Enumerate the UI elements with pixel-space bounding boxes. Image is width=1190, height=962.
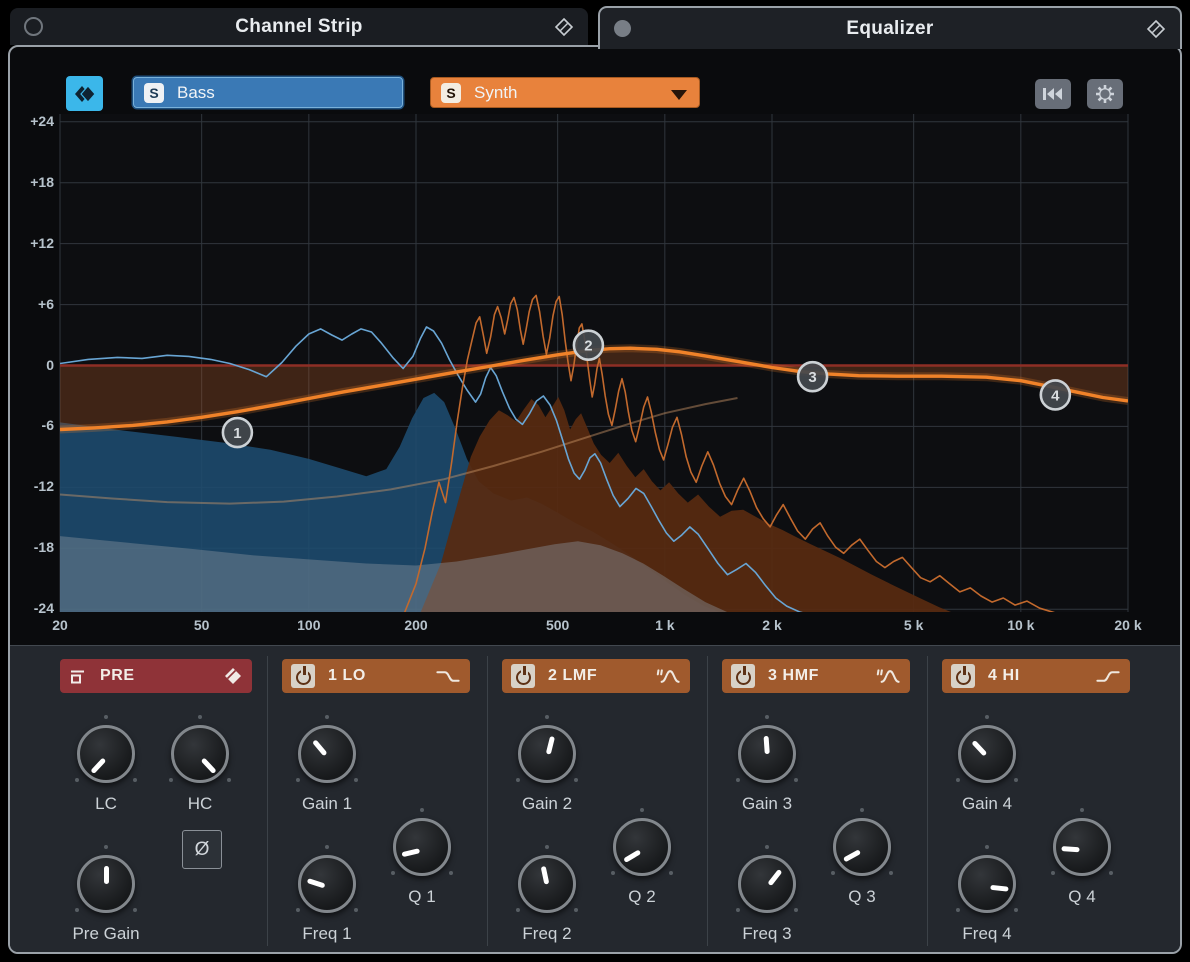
q-knob[interactable] — [1042, 807, 1122, 887]
gain-knob[interactable] — [947, 714, 1027, 794]
gain-label: Gain 3 — [707, 794, 827, 814]
band-header[interactable]: 1 LO — [282, 659, 470, 693]
equalizer-panel: S Bass S Synth — [8, 45, 1182, 954]
db-tick-label: -24 — [12, 600, 54, 616]
freq-knob[interactable] — [727, 844, 807, 924]
pre-gain-knob[interactable] — [66, 844, 146, 924]
db-tick-label: -12 — [12, 478, 54, 494]
db-tick-label: +18 — [12, 174, 54, 190]
band-section-3: 3 HMF Gain 3 Freq 3 — [712, 646, 932, 953]
band-power-button[interactable] — [951, 664, 975, 688]
db-tick-label: +12 — [12, 235, 54, 251]
q-label: Q 2 — [582, 887, 702, 907]
frequency-tick-label: 10 k — [989, 617, 1053, 633]
phase-invert-label: Ø — [195, 839, 210, 861]
preset-diamond-icon[interactable] — [223, 666, 243, 686]
hc-knob[interactable] — [160, 714, 240, 794]
tab-channel-strip[interactable]: Channel Strip — [10, 8, 588, 45]
frequency-tick-label: 500 — [526, 617, 590, 633]
frequency-tick-label: 100 — [277, 617, 341, 633]
tab-equalizer-label: Equalizer — [600, 18, 1180, 40]
q-knob[interactable] — [382, 807, 462, 887]
db-tick-label: +6 — [12, 296, 54, 312]
hc-label: HC — [140, 794, 260, 814]
svg-text:4: 4 — [1051, 387, 1060, 404]
frequency-tick-label: 5 k — [882, 617, 946, 633]
frequency-tick-label: 200 — [384, 617, 448, 633]
freq-knob[interactable] — [287, 844, 367, 924]
pre-header[interactable]: PRE — [60, 659, 252, 693]
pre-gain-label: Pre Gain — [46, 924, 166, 944]
band-power-button[interactable] — [511, 664, 535, 688]
frequency-tick-label: 50 — [170, 617, 234, 633]
band-section-1: 1 LO Gain 1 Freq 1 — [272, 646, 492, 953]
gain-knob[interactable] — [507, 714, 587, 794]
eq-band-handle-2[interactable]: 2 — [574, 331, 603, 360]
band-section-4: 4 HI Gain 4 Freq 4 — [932, 646, 1152, 953]
freq-label: Freq 1 — [267, 924, 387, 944]
band-power-button[interactable] — [291, 664, 315, 688]
db-tick-label: +24 — [12, 113, 54, 129]
db-tick-label: -6 — [12, 417, 54, 433]
q-label: Q 1 — [362, 887, 482, 907]
band-header[interactable]: 4 HI — [942, 659, 1130, 693]
frequency-tick-label: 20 — [28, 617, 92, 633]
frequency-tick-label: 20 k — [1096, 617, 1160, 633]
q-knob[interactable] — [602, 807, 682, 887]
freq-label: Freq 4 — [927, 924, 1047, 944]
svg-text:1: 1 — [233, 425, 241, 442]
eq-band-handle-3[interactable]: 3 — [798, 362, 827, 391]
filter-type-icon[interactable] — [655, 668, 681, 685]
filter-type-icon[interactable] — [875, 668, 901, 685]
gain-label: Gain 2 — [487, 794, 607, 814]
band-header-label: 1 LO — [328, 667, 366, 685]
pre-header-label: PRE — [100, 667, 135, 685]
pre-filter-icon — [69, 669, 87, 684]
freq-knob[interactable] — [947, 844, 1027, 924]
tab-equalizer[interactable]: Equalizer — [598, 6, 1182, 49]
filter-type-icon[interactable] — [435, 668, 461, 685]
q-label: Q 3 — [802, 887, 922, 907]
freq-label: Freq 3 — [707, 924, 827, 944]
filter-type-icon[interactable] — [1095, 668, 1121, 685]
band-power-button[interactable] — [731, 664, 755, 688]
frequency-tick-label: 2 k — [740, 617, 804, 633]
eq-band-handle-4[interactable]: 4 — [1041, 380, 1070, 409]
eq-controls-section: PRE LC HC Ø — [10, 645, 1180, 953]
band-header[interactable]: 3 HMF — [722, 659, 910, 693]
svg-text:3: 3 — [808, 369, 816, 386]
frequency-tick-label: 1 k — [633, 617, 697, 633]
band-header-label: 3 HMF — [768, 667, 819, 685]
svg-text:2: 2 — [584, 338, 592, 355]
band-section-2: 2 LMF Gain 2 Freq 2 — [492, 646, 712, 953]
eq-band-handle-1[interactable]: 1 — [223, 418, 252, 447]
gain-label: Gain 1 — [267, 794, 387, 814]
tab-channel-strip-label: Channel Strip — [10, 16, 588, 38]
gain-label: Gain 4 — [927, 794, 1047, 814]
q-knob[interactable] — [822, 807, 902, 887]
freq-label: Freq 2 — [487, 924, 607, 944]
phase-invert-button[interactable]: Ø — [182, 830, 222, 869]
lc-knob[interactable] — [66, 714, 146, 794]
band-header[interactable]: 2 LMF — [502, 659, 690, 693]
gain-knob[interactable] — [727, 714, 807, 794]
db-tick-label: 0 — [12, 357, 54, 373]
gain-knob[interactable] — [287, 714, 367, 794]
q-label: Q 4 — [1022, 887, 1142, 907]
freq-knob[interactable] — [507, 844, 587, 924]
db-tick-label: -18 — [12, 539, 54, 555]
equalizer-window: Channel Strip Equalizer S Bass S Synth — [0, 0, 1190, 962]
band-header-label: 2 LMF — [548, 667, 597, 685]
band-header-label: 4 HI — [988, 667, 1020, 685]
